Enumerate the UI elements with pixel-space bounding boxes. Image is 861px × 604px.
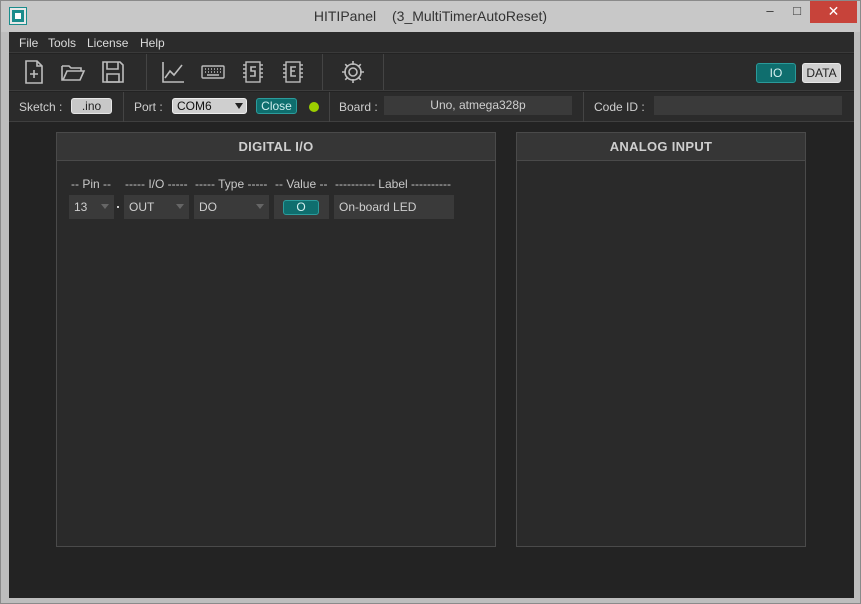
analog-input-title: ANALOG INPUT <box>517 133 805 161</box>
close-window-button[interactable]: ✕ <box>810 1 857 23</box>
menu-tools[interactable]: Tools <box>48 36 76 50</box>
chevron-down-icon <box>235 103 243 109</box>
connection-bar: Sketch : .ino Port : COM6 Close Board : … <box>9 92 854 122</box>
toolbar-separator <box>383 54 384 90</box>
s-chip-icon[interactable] <box>240 59 266 85</box>
client-area: File Tools License Help IO DATA Sketch:… <box>9 32 854 598</box>
io-mode-button[interactable]: IO <box>756 63 796 83</box>
io-value: OUT <box>129 200 155 214</box>
row-bullet <box>117 206 119 208</box>
io-column-header: ----- I/O ----- <box>125 177 188 191</box>
connection-separator <box>583 92 584 122</box>
e-chip-icon[interactable] <box>280 59 306 85</box>
toolbar: IO DATA <box>9 54 854 91</box>
document-name: (3_MultiTimerAutoReset) <box>392 8 548 24</box>
sketch-label: Sketch : <box>19 100 63 114</box>
io-select[interactable]: OUT <box>124 195 189 219</box>
menu-bar: File Tools License Help <box>9 32 854 53</box>
keyboard-icon[interactable] <box>200 59 226 85</box>
port-label: Port : <box>134 100 163 114</box>
save-icon[interactable] <box>100 59 126 85</box>
data-mode-button[interactable]: DATA <box>802 63 841 83</box>
app-window: HITIPanel (3_MultiTimerAutoReset) – □ ✕ … <box>0 0 861 604</box>
value-toggle-button[interactable]: O <box>283 200 319 215</box>
board-field: Uno, atmega328p <box>384 96 572 115</box>
title-bar: HITIPanel (3_MultiTimerAutoReset) – □ ✕ <box>1 1 860 32</box>
chart-icon[interactable] <box>160 59 186 85</box>
maximize-button[interactable]: □ <box>782 1 812 23</box>
sketch-button[interactable]: .ino <box>71 98 112 114</box>
codeid-label: Code ID : <box>594 100 645 114</box>
app-name: HITIPanel <box>313 8 377 24</box>
window-title: HITIPanel (3_MultiTimerAutoReset) <box>1 8 860 24</box>
toolbar-separator <box>146 54 147 90</box>
label-column-header: ---------- Label ---------- <box>335 177 451 191</box>
digital-io-panel: DIGITAL I/O -- Pin -- ----- I/O ----- --… <box>56 132 496 547</box>
analog-input-panel: ANALOG INPUT <box>516 132 806 547</box>
pin-value: 13 <box>74 200 88 214</box>
pin-select[interactable]: 13 <box>69 195 114 219</box>
type-column-header: ----- Type ----- <box>195 177 268 191</box>
pin-column-header: -- Pin -- <box>71 177 111 191</box>
chevron-down-icon <box>176 204 184 209</box>
codeid-field <box>654 96 842 115</box>
connection-status-led <box>309 102 319 112</box>
menu-license[interactable]: License <box>87 36 128 50</box>
connection-separator <box>329 92 330 122</box>
menu-file[interactable]: File <box>19 36 38 50</box>
open-folder-icon[interactable] <box>60 59 86 85</box>
port-select[interactable]: COM6 <box>172 98 247 114</box>
board-label: Board : <box>339 100 378 114</box>
label-field[interactable]: On-board LED <box>334 195 454 219</box>
close-port-button[interactable]: Close <box>256 98 297 114</box>
toolbar-separator <box>322 54 323 90</box>
type-select[interactable]: DO <box>194 195 269 219</box>
new-file-icon[interactable] <box>21 59 47 85</box>
chevron-down-icon <box>256 204 264 209</box>
connection-separator <box>123 92 124 122</box>
type-value: DO <box>199 200 217 214</box>
digital-io-title: DIGITAL I/O <box>57 133 495 161</box>
gear-icon[interactable] <box>340 59 366 85</box>
value-column-header: -- Value -- <box>275 177 328 191</box>
chevron-down-icon <box>101 204 109 209</box>
port-value: COM6 <box>177 99 212 113</box>
menu-help[interactable]: Help <box>140 36 165 50</box>
